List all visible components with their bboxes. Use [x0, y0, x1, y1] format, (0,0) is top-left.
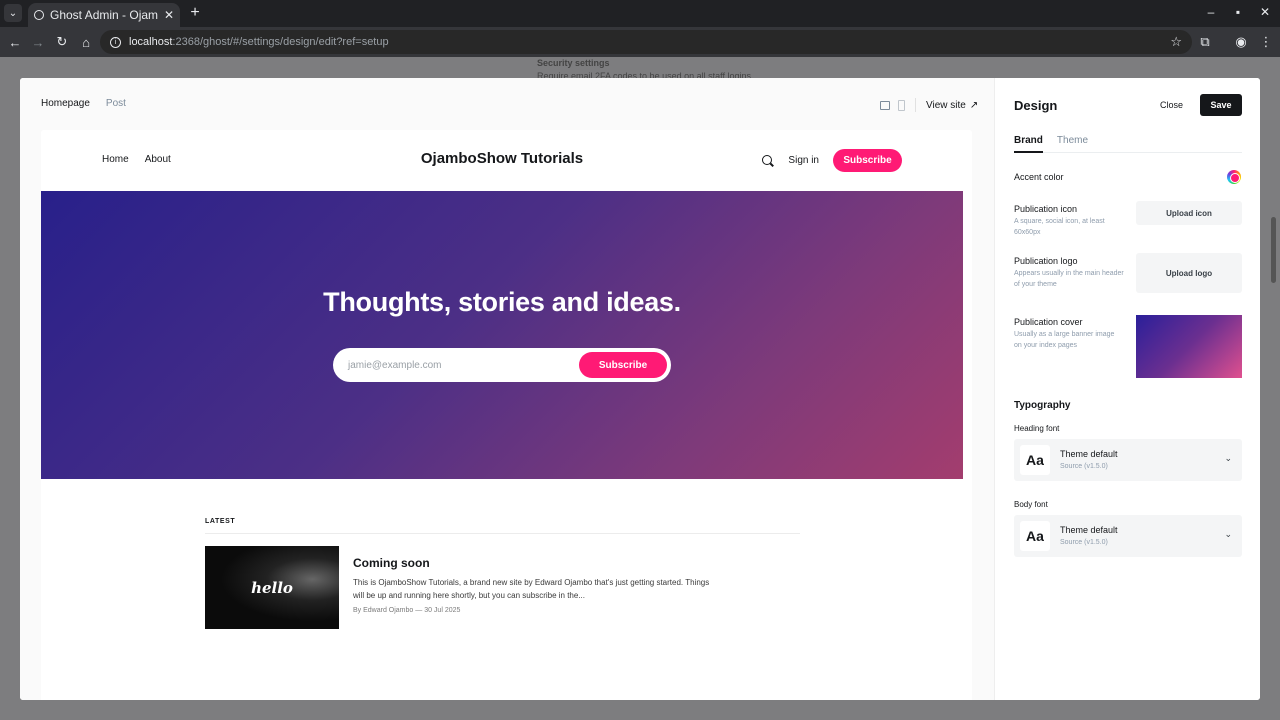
heading-font-label: Heading font	[1014, 424, 1060, 433]
maximize-icon[interactable]: ▪	[1229, 5, 1247, 19]
profile-icon[interactable]: ◉	[1232, 33, 1250, 51]
post-title[interactable]: Coming soon	[353, 556, 430, 570]
minimize-icon[interactable]: –	[1202, 5, 1220, 19]
typography-title: Typography	[1014, 400, 1071, 411]
tab-title: Ghost Admin - OjamboS	[50, 8, 158, 22]
site-nav-actions: Sign in Subscribe	[762, 149, 902, 172]
font-sample: Aa	[1020, 521, 1050, 551]
close-button[interactable]: Close	[1160, 100, 1183, 110]
site-info-icon[interactable]: i	[110, 36, 121, 48]
body-font-label: Body font	[1014, 500, 1048, 509]
post-excerpt: This is OjamboShow Tutorials, a brand ne…	[353, 578, 710, 600]
hero-subscribe-button[interactable]: Subscribe	[579, 352, 667, 378]
post-meta: By Edward Ojambo — 30 Jul 2025	[353, 607, 461, 614]
signin-link[interactable]: Sign in	[788, 155, 819, 166]
email-input[interactable]: jamie@example.com	[348, 360, 579, 371]
site-preview-frame: Home About OjamboShow Tutorials Sign in …	[41, 130, 972, 700]
chevron-down-icon: ⌄	[1224, 453, 1232, 463]
upload-logo-button[interactable]: Upload logo	[1136, 253, 1242, 293]
tab-search-icon[interactable]: ⌄	[4, 4, 22, 22]
reload-icon[interactable]: ↻	[53, 33, 71, 51]
background-line-1: Security settings	[537, 58, 610, 68]
new-tab-icon[interactable]: +	[187, 4, 203, 22]
desktop-preview-icon[interactable]	[880, 100, 890, 110]
publication-logo-hint: Appears usually in the main header of yo…	[1014, 270, 1124, 288]
panel-title: Design	[1014, 98, 1058, 113]
publication-cover-image[interactable]	[1136, 315, 1242, 378]
publication-cover-hint: Usually as a large banner image on your …	[1014, 331, 1115, 349]
publication-cover-label: Publication cover	[1014, 317, 1083, 327]
site-navigation: Home About OjamboShow Tutorials Sign in …	[41, 130, 963, 191]
post-image-text: hello	[251, 578, 293, 597]
publication-icon-hint: A square, social icon, at least 60x60px	[1014, 218, 1105, 236]
design-modal: Homepage Post View site ↗ Home About Oja…	[20, 78, 1260, 700]
view-site-link[interactable]: View site ↗	[926, 100, 978, 111]
mobile-preview-icon[interactable]	[898, 99, 905, 111]
page-scrollbar-thumb[interactable]	[1271, 217, 1276, 283]
tab-homepage[interactable]: Homepage	[41, 98, 90, 109]
post-feature-image[interactable]: hello	[205, 546, 339, 629]
font-name: Theme default	[1060, 525, 1118, 535]
accent-color-label: Accent color	[1014, 172, 1064, 182]
url-host: localhost	[129, 36, 173, 48]
hero-heading: Thoughts, stories and ideas.	[323, 287, 681, 317]
publication-logo-label: Publication logo	[1014, 256, 1078, 266]
body-font-select[interactable]: Aa Theme default Source (v1.5.0) ⌄	[1014, 515, 1242, 557]
browser-toolbar: ← → ↻ ⌂ i localhost:2368/ghost/#/setting…	[0, 27, 1280, 57]
device-toggle: View site ↗	[880, 98, 978, 112]
preview-pane: Homepage Post View site ↗ Home About Oja…	[20, 78, 994, 700]
page-viewport: Security settings Require email 2FA code…	[0, 57, 1280, 720]
close-window-icon[interactable]: ✕	[1256, 5, 1274, 19]
browser-tab[interactable]: Ghost Admin - OjamboS ✕	[28, 3, 180, 27]
font-source: Source (v1.5.0)	[1060, 463, 1108, 470]
nav-subscribe-button[interactable]: Subscribe	[833, 149, 902, 172]
accent-color-picker[interactable]	[1227, 170, 1241, 184]
view-site-label: View site	[926, 99, 966, 111]
search-icon[interactable]	[762, 154, 774, 167]
forward-icon[interactable]: →	[29, 33, 47, 51]
tab-brand[interactable]: Brand	[1014, 135, 1043, 153]
bookmark-star-icon[interactable]: ☆	[1170, 34, 1182, 50]
font-name: Theme default	[1060, 449, 1118, 459]
tab-theme[interactable]: Theme	[1057, 135, 1088, 153]
latest-label: LATEST	[205, 518, 236, 525]
divider	[205, 533, 800, 534]
publication-icon-label: Publication icon	[1014, 204, 1078, 214]
browser-tab-strip: ⌄ Ghost Admin - OjamboS ✕ + – ▪ ✕	[0, 0, 1280, 27]
tab-post[interactable]: Post	[106, 98, 126, 109]
external-link-icon: ↗	[969, 99, 979, 111]
upload-icon-button[interactable]: Upload icon	[1136, 201, 1242, 225]
home-icon[interactable]: ⌂	[77, 33, 95, 51]
font-source: Source (v1.5.0)	[1060, 539, 1108, 546]
address-bar[interactable]: i localhost:2368/ghost/#/settings/design…	[100, 30, 1192, 54]
font-sample: Aa	[1020, 445, 1050, 475]
hero-subscribe-form: jamie@example.com Subscribe	[333, 348, 671, 382]
preview-tabs: Homepage Post	[41, 98, 126, 109]
divider	[915, 98, 916, 112]
browser-menu-icon[interactable]: ⋮	[1257, 33, 1275, 51]
save-button[interactable]: Save	[1200, 94, 1242, 116]
site-hero: Thoughts, stories and ideas. jamie@examp…	[41, 191, 963, 479]
heading-font-select[interactable]: Aa Theme default Source (v1.5.0) ⌄	[1014, 439, 1242, 481]
back-icon[interactable]: ←	[6, 33, 24, 51]
extensions-icon[interactable]: ⧉	[1196, 33, 1214, 51]
design-settings-panel: Design Close Save Brand Theme Accent col…	[994, 78, 1260, 700]
chevron-down-icon: ⌄	[1224, 529, 1232, 539]
design-tabs: Brand Theme	[1014, 135, 1242, 153]
close-tab-icon[interactable]: ✕	[164, 8, 174, 22]
ghost-favicon-icon	[34, 10, 44, 20]
url-path: :2368/ghost/#/settings/design/edit?ref=s…	[172, 36, 389, 48]
